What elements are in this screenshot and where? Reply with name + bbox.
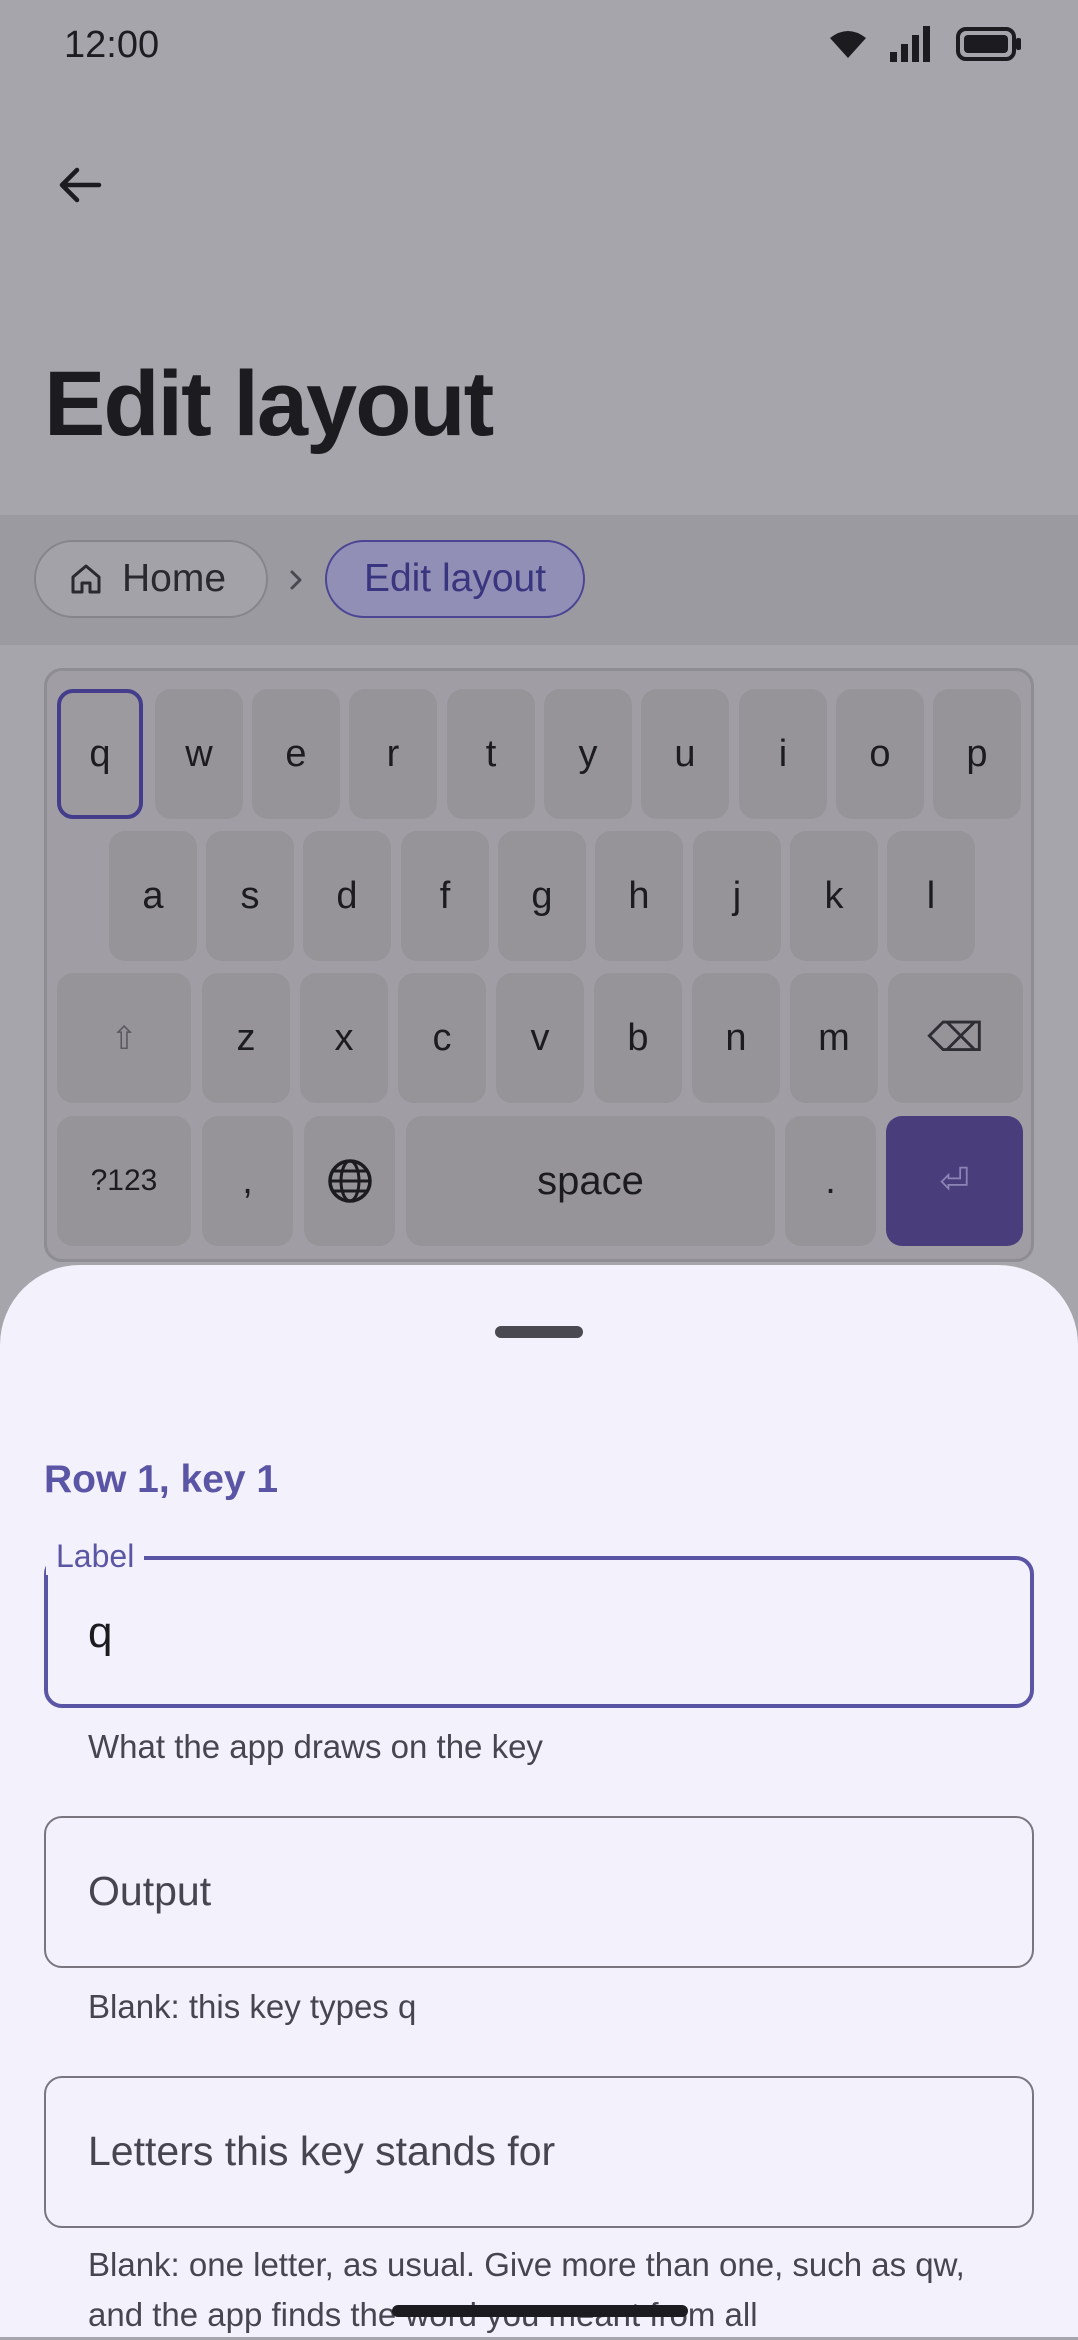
backspace-icon: ⌫ — [927, 1016, 984, 1060]
label-field[interactable] — [44, 1556, 1034, 1708]
gesture-nav-bar[interactable] — [392, 2305, 688, 2317]
key-q[interactable]: q — [57, 689, 143, 819]
breadcrumb-home-label: Home — [122, 557, 227, 600]
keyboard-preview: q w e r t y u i o p a s d f g h j k l ⇧ … — [44, 668, 1034, 1262]
status-time: 12:00 — [64, 24, 160, 66]
key-l[interactable]: l — [887, 831, 975, 961]
breadcrumb-current-chip[interactable]: Edit layout — [325, 540, 585, 618]
status-icons — [828, 26, 1022, 62]
status-bar: 12:00 — [0, 0, 1078, 100]
key-k[interactable]: k — [790, 831, 878, 961]
shift-icon: ⇧ — [110, 1020, 138, 1056]
key-b[interactable]: b — [594, 973, 682, 1103]
key-p[interactable]: p — [933, 689, 1021, 819]
chevron-right-icon — [290, 570, 302, 590]
key-r[interactable]: r — [349, 689, 437, 819]
key-y[interactable]: y — [544, 689, 632, 819]
wifi-icon — [830, 31, 866, 58]
key-enter[interactable]: ⏎ — [886, 1116, 1023, 1246]
output-field-placeholder: Output — [88, 1868, 212, 1914]
key-comma[interactable]: , — [202, 1116, 293, 1246]
key-a[interactable]: a — [109, 831, 197, 961]
key-period[interactable]: . — [785, 1116, 876, 1246]
key-j[interactable]: j — [693, 831, 781, 961]
globe-icon — [327, 1159, 372, 1203]
letters-field-helper: Blank: one letter, as usual. Give more t… — [88, 2246, 965, 2333]
key-o[interactable]: o — [836, 689, 924, 819]
key-backspace[interactable]: ⌫ — [888, 973, 1023, 1103]
key-symbols[interactable]: ?123 — [57, 1116, 191, 1246]
breadcrumb-home-chip[interactable]: Home — [34, 540, 268, 618]
output-field-helper: Blank: this key types q — [88, 1988, 417, 2025]
letters-field-placeholder: Letters this key stands for — [88, 2128, 556, 2174]
battery-icon — [956, 27, 1021, 61]
page-title: Edit layout — [44, 353, 494, 455]
sheet-drag-handle[interactable] — [495, 1326, 583, 1338]
key-h[interactable]: h — [595, 831, 683, 961]
label-field-label: Label — [46, 1538, 145, 1575]
key-v[interactable]: v — [496, 973, 584, 1103]
key-i[interactable]: i — [739, 689, 827, 819]
key-f[interactable]: f — [401, 831, 489, 961]
key-w[interactable]: w — [155, 689, 243, 819]
home-icon — [71, 564, 101, 594]
key-globe[interactable] — [304, 1116, 395, 1246]
key-g[interactable]: g — [498, 831, 586, 961]
breadcrumb-current-label: Edit layout — [363, 557, 547, 600]
key-x[interactable]: x — [300, 973, 388, 1103]
key-n[interactable]: n — [692, 973, 780, 1103]
signal-icon — [890, 26, 930, 62]
arrow-left-icon — [59, 167, 102, 203]
key-e[interactable]: e — [252, 689, 340, 819]
key-c[interactable]: c — [398, 973, 486, 1103]
key-space[interactable]: space — [406, 1116, 775, 1246]
sheet-title: Row 1, key 1 — [44, 1458, 279, 1501]
label-field-helper: What the app draws on the key — [88, 1728, 543, 1765]
key-d[interactable]: d — [303, 831, 391, 961]
key-m[interactable]: m — [790, 973, 878, 1103]
key-u[interactable]: u — [641, 689, 729, 819]
key-s[interactable]: s — [206, 831, 294, 961]
back-button[interactable] — [40, 145, 120, 225]
enter-icon: ⏎ — [939, 1160, 970, 1201]
key-z[interactable]: z — [202, 973, 290, 1103]
label-field-value: q — [88, 1608, 113, 1657]
key-t[interactable]: t — [447, 689, 535, 819]
key-shift[interactable]: ⇧ — [57, 973, 191, 1103]
